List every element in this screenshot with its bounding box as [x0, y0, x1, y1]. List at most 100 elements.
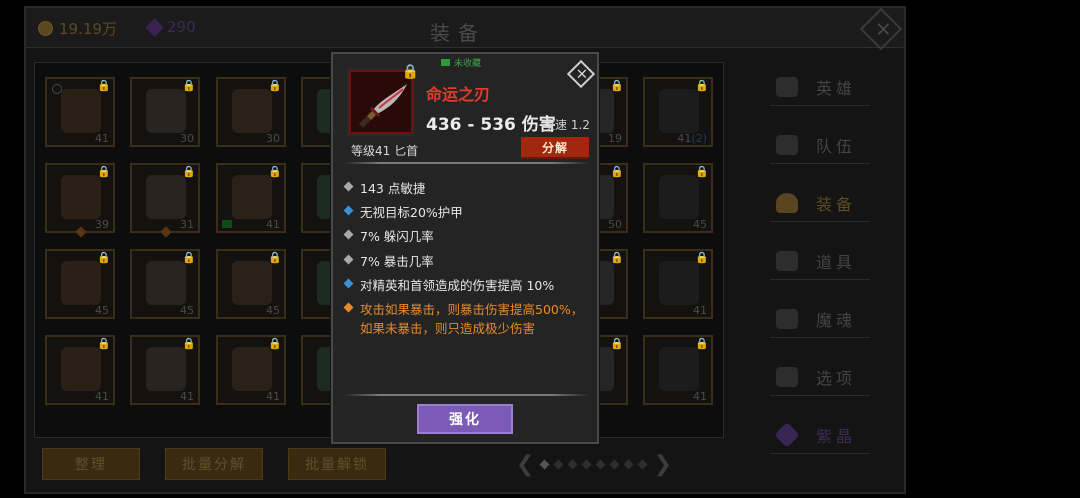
inventory-slot[interactable]: 🔒 41(2)	[643, 77, 713, 147]
favorite-toggle[interactable]: 未收藏	[441, 56, 481, 69]
upgrade-button[interactable]: 强化	[417, 404, 513, 434]
inventory-slot[interactable]: 🔒 41	[45, 77, 115, 147]
item-level: 41	[95, 132, 109, 145]
item-icon	[232, 347, 272, 391]
lock-icon: 🔒	[268, 165, 282, 178]
lock-icon: 🔒	[268, 251, 282, 264]
page-dot[interactable]	[595, 459, 606, 470]
lock-icon: 🔒	[97, 165, 111, 178]
item-icon	[659, 261, 699, 305]
lock-icon[interactable]: 🔒	[402, 64, 419, 80]
item-icon	[659, 347, 699, 391]
menu-label: 英雄	[816, 78, 857, 98]
lock-icon: 🔒	[695, 165, 709, 178]
inventory-slot[interactable]: 🔒 41	[216, 163, 286, 233]
prev-page-icon[interactable]: ❮	[516, 452, 534, 477]
menu-item-6[interactable]: 紫晶	[770, 416, 870, 454]
inventory-slot[interactable]: 🔒 45	[45, 249, 115, 319]
page-dot[interactable]	[609, 459, 620, 470]
lock-icon: 🔒	[695, 251, 709, 264]
stat-text: 7% 暴击几率	[360, 254, 434, 269]
gem-icon	[145, 17, 164, 37]
gear-icon	[776, 366, 798, 387]
item-level: 41	[180, 390, 194, 403]
item-level: 41	[95, 390, 109, 403]
coin-counter: 19.19万	[38, 18, 117, 39]
item-icon-frame: 🔒	[347, 64, 419, 136]
lock-icon: 🔒	[610, 165, 624, 178]
item-level: 50	[608, 218, 622, 231]
favorite-label: 未收藏	[454, 59, 482, 69]
page-dot[interactable]	[553, 459, 564, 470]
lock-icon: 🔒	[182, 337, 196, 350]
gem-amount: 290	[167, 18, 196, 36]
page-dot[interactable]	[623, 459, 634, 470]
game-screen: 19.19万 290 装备 🔒41🔒30🔒30🔒🔒19🔒41(2)🔒39🔒31🔒…	[0, 0, 1080, 498]
item-level-type: 等级41 匕首	[351, 144, 419, 158]
menu-item-0[interactable]: 英雄	[770, 68, 870, 106]
inventory-slot[interactable]: 🔒 41	[643, 335, 713, 405]
select-circle-icon	[52, 84, 62, 94]
inventory-slot[interactable]: 🔒 45	[130, 249, 200, 319]
menu-item-2[interactable]: 装备	[770, 184, 870, 222]
item-detail-popup: 未收藏 🔒 命运之刃 436 - 536 伤害 攻速 1.2 等级41 匕首 ×…	[331, 52, 599, 444]
dagger-icon	[359, 84, 407, 128]
inventory-slot[interactable]: 🔒 31	[130, 163, 200, 238]
stat-line: 7% 暴击几率	[343, 251, 591, 270]
inventory-slot[interactable]: 🔒 41	[216, 335, 286, 405]
stat-text: 143 点敏捷	[360, 181, 426, 196]
lock-icon: 🔒	[182, 251, 196, 264]
lock-icon: 🔒	[97, 251, 111, 264]
item-level: 45	[95, 304, 109, 317]
bullet-icon	[343, 229, 354, 240]
item-level: 39	[95, 218, 109, 231]
inventory-slot[interactable]: 🔒 30	[130, 77, 200, 147]
lock-icon: 🔒	[610, 79, 624, 92]
item-attack-speed: 攻速 1.2	[543, 118, 590, 132]
item-level: 45	[693, 218, 707, 231]
stat-text: 7% 躲闪几率	[360, 229, 434, 244]
batch-unlock-button[interactable]: 批量解锁	[288, 448, 386, 480]
item-level: 41	[266, 218, 280, 231]
next-page-icon[interactable]: ❯	[653, 452, 671, 477]
popup-close-button[interactable]: ×	[566, 59, 596, 89]
item-level: 45	[180, 304, 194, 317]
bullet-icon	[343, 302, 354, 313]
inventory-slot[interactable]: 🔒 41	[45, 335, 115, 405]
inventory-slot[interactable]: 🔒 30	[216, 77, 286, 147]
batch-decompose-button[interactable]: 批量分解	[165, 448, 263, 480]
bag-icon	[776, 250, 798, 271]
book-icon	[441, 59, 450, 66]
lock-icon: 🔒	[97, 337, 111, 350]
item-level: 41(2)	[677, 132, 707, 145]
sort-button[interactable]: 整理	[42, 448, 140, 480]
menu-item-5[interactable]: 选项	[770, 358, 870, 396]
inventory-slot[interactable]: 🔒 41	[130, 335, 200, 405]
item-icon	[146, 89, 186, 133]
menu-label: 装备	[816, 194, 857, 214]
menu-label: 选项	[816, 368, 857, 388]
item-level: 31	[180, 218, 194, 231]
page-indicator: ❮ ❯	[516, 452, 672, 477]
lock-icon: 🔒	[268, 79, 282, 92]
item-icon	[146, 175, 186, 219]
decompose-button[interactable]: 分解	[521, 137, 589, 159]
page-dot[interactable]	[539, 459, 550, 470]
lock-icon: 🔒	[610, 251, 624, 264]
page-dot[interactable]	[637, 459, 648, 470]
inventory-slot[interactable]: 🔒 45	[643, 163, 713, 233]
menu-label: 紫晶	[816, 426, 857, 446]
item-name: 命运之刃	[426, 85, 491, 104]
inventory-slot[interactable]: 🔒 45	[216, 249, 286, 319]
inventory-slot[interactable]: 🔒 39	[45, 163, 115, 238]
item-level: 41	[693, 390, 707, 403]
menu-item-4[interactable]: 魔魂	[770, 300, 870, 338]
page-dot[interactable]	[567, 459, 578, 470]
new-marker-icon	[75, 226, 87, 238]
item-icon	[659, 89, 699, 133]
menu-item-1[interactable]: 队伍	[770, 126, 870, 164]
menu-item-3[interactable]: 道具	[770, 242, 870, 280]
inventory-slot[interactable]: 🔒 41	[643, 249, 713, 319]
lock-icon: 🔒	[695, 79, 709, 92]
page-dot[interactable]	[581, 459, 592, 470]
